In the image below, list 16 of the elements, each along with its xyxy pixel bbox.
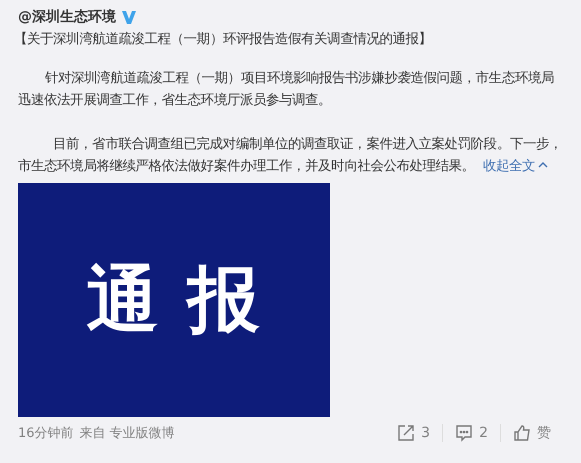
author-name[interactable]: @深圳生态环境 xyxy=(18,8,116,26)
post-paragraph: 针对深圳湾航道疏浚工程（一期）项目环境影响报告书涉嫌抄袭造假问题，市生态环境局迅速依法开展调查工作，省生态环境厅派员参与调查。 xyxy=(18,69,555,110)
comment-icon xyxy=(455,424,474,442)
comment-button[interactable]: 2 xyxy=(442,424,500,442)
post-source[interactable]: 来自 专业版微博 xyxy=(80,424,175,442)
post-paragraph: 目前，省市联合调查组已完成对编制单位的调查取证，案件进入立案处罚阶段。下一步，市生态环境局将继续严格依法做好案件办理工作，并及时向社会公布处理结果。 收起全文 xyxy=(18,135,564,176)
thumbs-up-icon xyxy=(513,424,531,442)
post-image[interactable]: 通 报 xyxy=(18,183,330,417)
like-button[interactable]: 赞 xyxy=(500,424,563,442)
post-time: 16分钟前 xyxy=(18,425,74,442)
collapse-link[interactable]: 收起全文 xyxy=(482,158,548,174)
post-title: 【关于深圳湾航道疏浚工程（一期）环评报告造假有关调查情况的通报】 xyxy=(14,30,433,48)
share-button[interactable]: 3 xyxy=(385,424,442,442)
chevron-up-icon xyxy=(538,161,548,168)
share-icon xyxy=(397,424,416,442)
image-text: 通 报 xyxy=(86,256,262,343)
